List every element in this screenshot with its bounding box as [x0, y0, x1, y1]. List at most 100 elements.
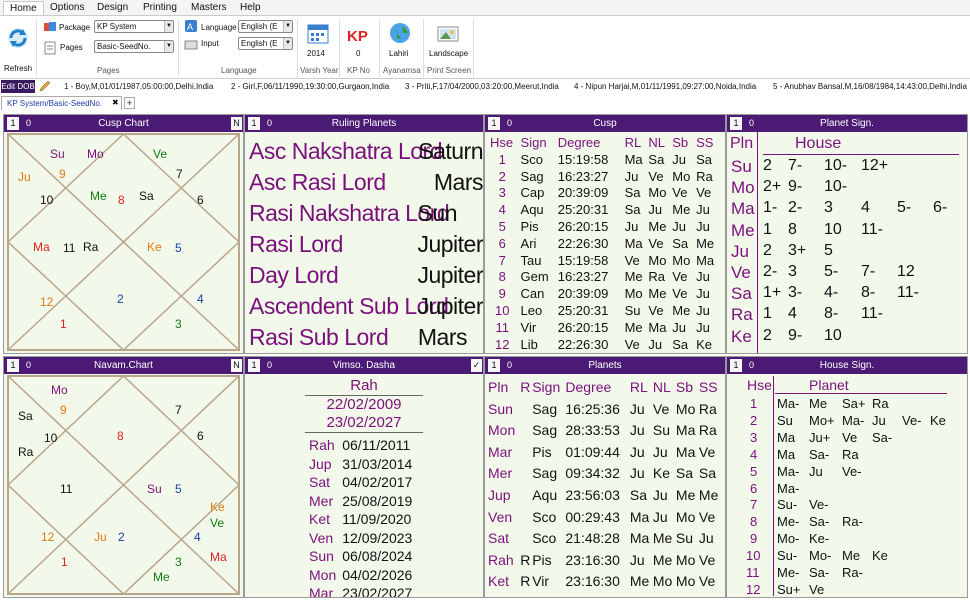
ruling-value: Mars [433, 169, 483, 195]
panel-header: 1 0 House Sign. [727, 357, 967, 374]
input-select-value: English (E [241, 39, 278, 48]
profile-item[interactable]: 5 - Anubhav Bansal,M,16/08/1984,14:43:00… [773, 82, 967, 91]
panel-num-1[interactable]: 1 [7, 359, 19, 372]
planet-sign-pln: Mo [731, 178, 755, 198]
table-cell: Vir [520, 319, 537, 335]
planet-sign-house: 9- [788, 326, 803, 344]
ruling-row: Rasi Sub Lord Mars [249, 324, 483, 353]
cusp-chart: 8 9 10 11 12 1 2 3 4 5 6 7 Su Mo Ve Ju M… [4, 132, 243, 353]
pencil-icon[interactable] [38, 80, 52, 93]
panel-num-1[interactable]: 1 [488, 117, 500, 130]
panel-num-1[interactable]: 1 [248, 117, 260, 130]
ayanamsa-button[interactable]: Lahiri Ayanamsa [381, 18, 421, 78]
edit-dob-button[interactable]: Edit DOB [1, 80, 35, 93]
profile-item[interactable]: 4 - Nipun Harjai,M,01/11/1991,09:27:00,N… [574, 82, 756, 91]
panel-num-1[interactable]: 1 [730, 117, 742, 130]
planet-sign-house: 7- [788, 157, 803, 174]
dasha-date-cell: 31/03/2014 [342, 455, 413, 472]
dasha-date-cell: 12/09/2023 [342, 529, 413, 546]
panel-num-1[interactable]: 1 [730, 359, 742, 372]
house-number: 9 [60, 403, 67, 417]
dasha-date-cell: 11/09/2020 [342, 511, 412, 527]
table-cell: 23:16:30 [565, 573, 620, 590]
north-toggle[interactable]: N [231, 359, 242, 372]
table-cell: Mo [672, 252, 691, 268]
planet-sign-house: 3 [824, 199, 833, 217]
chevron-down-icon: ▼ [283, 38, 292, 49]
table-cell: 7 [498, 252, 506, 268]
table-cell: Ju [698, 530, 714, 547]
house-number: 8 [118, 193, 125, 207]
house-number: 7 [176, 167, 183, 181]
menu-options[interactable]: Options [44, 1, 90, 15]
table-cell: Ve [672, 286, 688, 302]
input-select[interactable]: English (E ▼ [238, 37, 293, 50]
panel-num-0[interactable]: 0 [507, 115, 512, 132]
planets-header-cell: Sign [532, 379, 561, 395]
north-toggle[interactable]: N [231, 117, 242, 130]
panel-num-0[interactable]: 0 [267, 115, 272, 132]
planets-header-cell: SS [698, 379, 718, 395]
tab-kp-system[interactable]: KP System/Basic-SeedNo. ✖ [1, 96, 122, 110]
ruling-label: Asc Rasi Lord [249, 169, 386, 195]
house-sign-planet: Su- [777, 548, 798, 564]
panel-header: 1 0 Cusp [485, 115, 725, 132]
planet-sign-pln: Sa [731, 284, 752, 304]
profile-item[interactable]: 2 - Girl,F,06/11/1990,19:30:00,Gurgaon,I… [231, 82, 389, 91]
dasha-row: Ket 11/09/2020 [309, 510, 412, 529]
planets-header-cell: Sb [675, 379, 694, 395]
table-cell: Ve [648, 235, 664, 251]
dasha-body: Rah 22/02/2009 23/02/2027 Rah 06/11/2011 J… [245, 374, 483, 597]
refresh-button[interactable]: Refresh [2, 22, 34, 73]
panel-num-0[interactable]: 0 [749, 357, 754, 374]
panel-header: 1 0 Navam.Chart N [4, 357, 243, 374]
panel-num-0[interactable]: 0 [26, 115, 31, 132]
profile-item[interactable]: 1 - Boy,M,01/01/1987,05:00:00,Delhi,Indi… [64, 82, 213, 91]
kp-no-button[interactable]: KP 0 KP No [342, 18, 376, 78]
dasha-lord-cell: Mon [309, 566, 337, 583]
table-cell: Sa [624, 185, 641, 201]
panel-num-1[interactable]: 1 [248, 359, 260, 372]
check-icon[interactable]: ✓ [471, 359, 482, 372]
table-cell: 16:25:36 [565, 400, 620, 417]
panel-num-0[interactable]: 0 [26, 357, 31, 374]
panel-num-0[interactable]: 0 [267, 357, 272, 374]
table-cell: Ju [624, 168, 639, 184]
refresh-icon [8, 28, 28, 48]
add-tab-button[interactable]: + [124, 97, 135, 109]
panel-num-1[interactable]: 1 [7, 117, 19, 130]
menu-printing[interactable]: Printing [137, 1, 183, 15]
panel-num-0[interactable]: 0 [507, 357, 512, 374]
house-sign-hse: 2 [750, 412, 758, 428]
ruling-planets-panel: 1 0 Ruling Planets Asc Nakshatra Lord Sat… [244, 114, 484, 354]
cusp-title: Cusp [593, 118, 617, 129]
print-screen-value: Landscape [429, 49, 469, 58]
menu-help[interactable]: Help [234, 1, 267, 15]
table-cell: Ju [696, 218, 710, 234]
house-sign-planet: Sa- [809, 565, 830, 580]
planets-table: Pln R Sign Degree RL NL Sb SS Sun Sag 16:25:36 Ju V… [488, 377, 722, 593]
house-sign-planet: Ke [872, 548, 888, 564]
ruling-label: Rasi Sub Lord [249, 324, 389, 350]
print-screen-button[interactable]: Landscape Print Screen [425, 18, 471, 78]
planet-sign-title: Planet Sign. [820, 118, 874, 129]
close-icon[interactable]: ✖ [112, 98, 119, 107]
panel-num-0[interactable]: 0 [749, 115, 754, 132]
menu-design[interactable]: Design [91, 1, 134, 15]
planet-sign-house: 8- [861, 284, 876, 302]
refresh-label: Refresh [4, 64, 33, 73]
pages-select[interactable]: Basic-SeedNo. ▼ [94, 40, 174, 53]
panel-num-1[interactable]: 1 [488, 359, 500, 372]
house-sign-hse: 12 [746, 581, 761, 597]
table-cell: Ve [624, 336, 640, 352]
table-cell: 21:48:28 [565, 530, 620, 547]
house-sign-title: House Sign. [819, 360, 875, 371]
ruling-planets-list: Asc Nakshatra Lord Saturn Asc Rasi Lord Ma… [245, 132, 483, 353]
table-cell: Can [520, 286, 545, 302]
menu-masters[interactable]: Masters [185, 1, 233, 15]
language-select[interactable]: English (E ▼ [238, 20, 293, 33]
menu-home[interactable]: Home [3, 1, 44, 15]
package-select[interactable]: KP System ▼ [94, 20, 174, 33]
profile-item[interactable]: 3 - Priti,F,17/04/2000,03:20:00,Meerut,I… [405, 82, 559, 91]
varsh-year-button[interactable]: 2014 Varsh Year [300, 18, 339, 78]
